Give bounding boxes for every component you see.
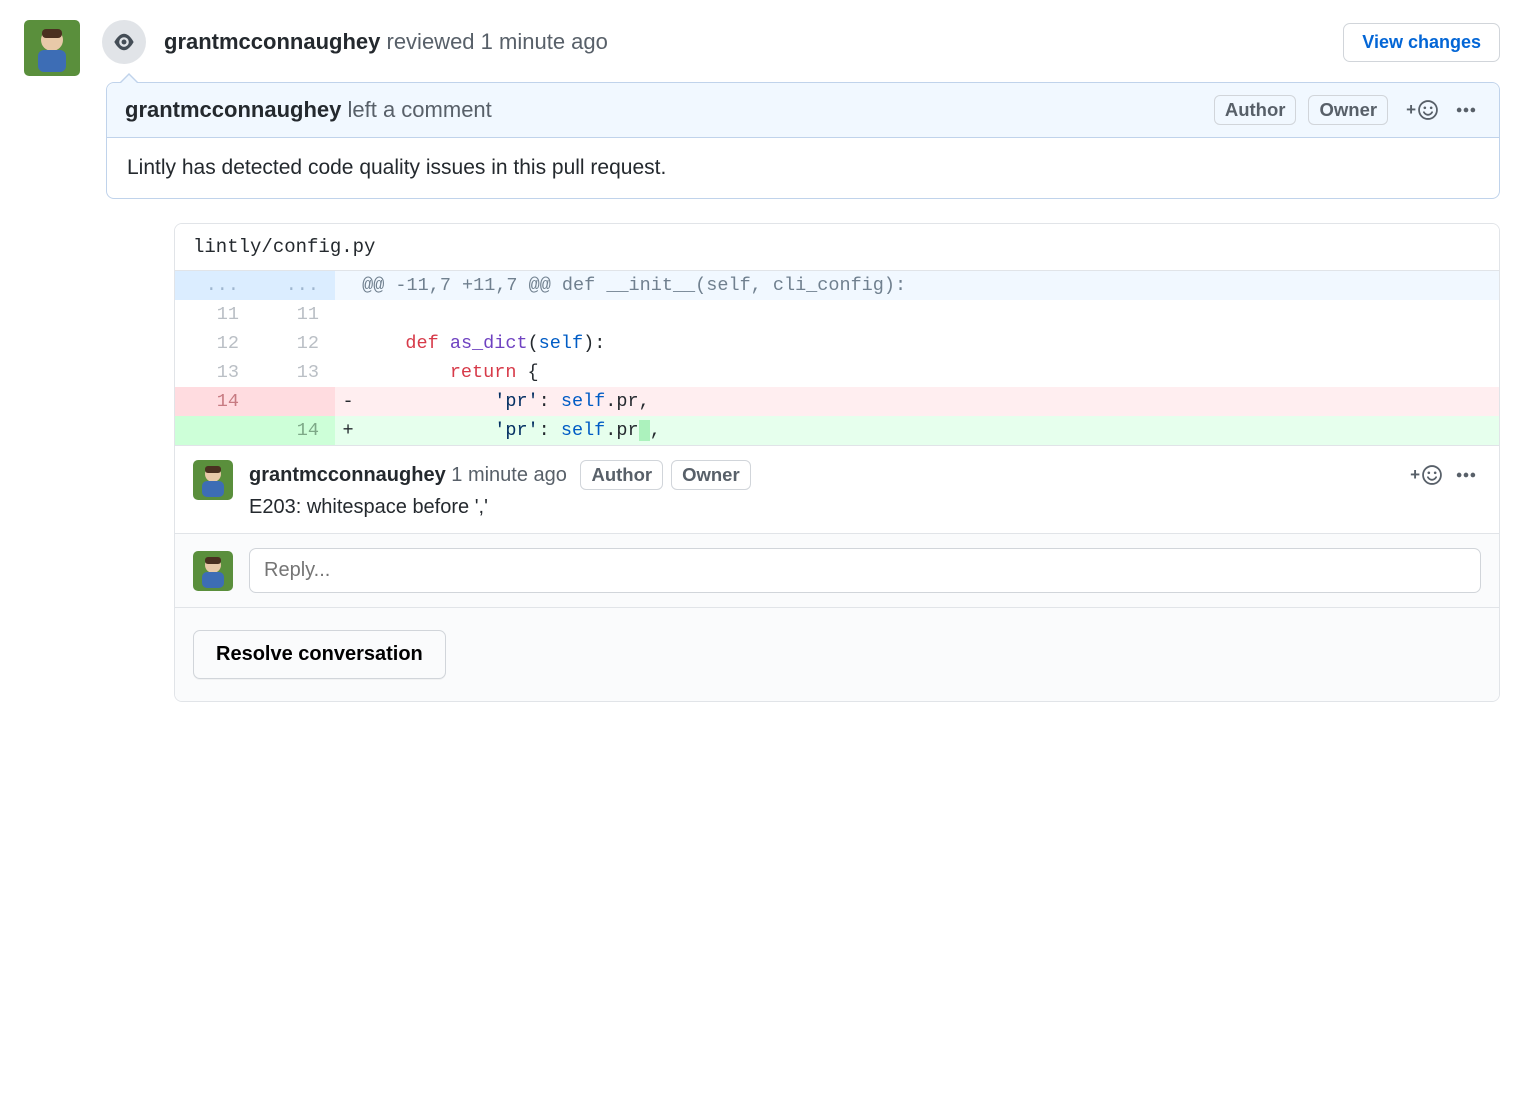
- review-title: grantmcconnaughey reviewed 1 minute ago: [164, 29, 1343, 55]
- comment-body: Lintly has detected code quality issues …: [107, 138, 1499, 198]
- comment-author-link[interactable]: grantmcconnaughey: [125, 97, 341, 122]
- line-comment-header: grantmcconnaughey 1 minute ago Author Ow…: [249, 460, 1481, 490]
- comment-actions: Author Owner +: [1206, 95, 1481, 125]
- reviewer-username[interactable]: grantmcconnaughey: [164, 29, 380, 54]
- kebab-menu-icon[interactable]: [1451, 460, 1481, 490]
- reply-input[interactable]: [249, 548, 1481, 593]
- owner-badge: Owner: [1308, 95, 1388, 125]
- line-comment: grantmcconnaughey 1 minute ago Author Ow…: [175, 445, 1499, 533]
- timeline-content: grantmcconnaughey reviewed 1 minute ago …: [106, 20, 1500, 702]
- line-comment-body: E203: whitespace before ',': [249, 496, 1481, 519]
- comment-header: grantmcconnaughey left a comment Author …: [107, 83, 1499, 138]
- resolve-footer: Resolve conversation: [175, 607, 1499, 701]
- diff-card: lintly/config.py ...... @@ -11,7 +11,7 @…: [174, 223, 1500, 702]
- kebab-menu-icon[interactable]: [1451, 95, 1481, 125]
- author-badge: Author: [1214, 95, 1297, 125]
- add-reaction-button[interactable]: +: [1406, 99, 1439, 121]
- view-changes-button[interactable]: View changes: [1343, 23, 1500, 62]
- line-comment-timestamp[interactable]: 1 minute ago: [451, 464, 567, 487]
- line-comment-author[interactable]: grantmcconnaughey: [249, 464, 446, 487]
- add-reaction-button[interactable]: +: [1410, 464, 1443, 486]
- reply-avatar[interactable]: [193, 551, 233, 591]
- review-timestamp[interactable]: 1 minute ago: [481, 29, 608, 54]
- owner-badge: Owner: [671, 460, 751, 490]
- reviewer-avatar[interactable]: [24, 20, 80, 76]
- review-summary-comment: grantmcconnaughey left a comment Author …: [106, 82, 1500, 199]
- diff-filename[interactable]: lintly/config.py: [175, 224, 1499, 271]
- author-badge: Author: [580, 460, 663, 490]
- review-header: grantmcconnaughey reviewed 1 minute ago …: [106, 20, 1500, 64]
- reply-row: [175, 533, 1499, 607]
- resolve-conversation-button[interactable]: Resolve conversation: [193, 630, 446, 679]
- diff-table: ...... @@ -11,7 +11,7 @@ def __init__(se…: [175, 271, 1499, 445]
- line-comment-avatar[interactable]: [193, 460, 233, 500]
- eye-badge-icon: [102, 20, 146, 64]
